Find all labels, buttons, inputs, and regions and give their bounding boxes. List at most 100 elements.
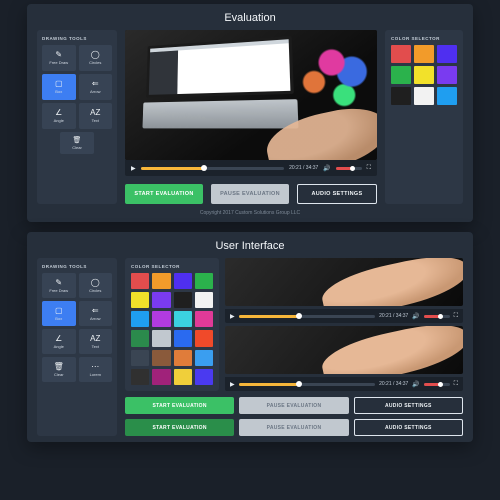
play-icon[interactable]: ▶ <box>230 381 235 388</box>
color-swatch[interactable] <box>174 311 192 327</box>
tool-arrow[interactable]: ⇐Arrow <box>79 301 113 326</box>
tool-box[interactable]: ▢Box <box>42 74 76 100</box>
color-swatch[interactable] <box>437 87 457 105</box>
audio-settings-button[interactable]: AUDIO SETTINGS <box>297 184 377 204</box>
color-selector-heading: COLOR SELECTOR <box>391 36 457 41</box>
tool-arrow[interactable]: ⇐Arrow <box>79 74 113 100</box>
color-swatch[interactable] <box>131 292 149 308</box>
color-selector: COLOR SELECTOR <box>385 30 463 204</box>
tool-circles[interactable]: ◯Circles <box>79 273 113 298</box>
arrow-icon: ⇐ <box>92 80 99 88</box>
color-swatch[interactable] <box>174 273 192 289</box>
pause-evaluation-button[interactable]: PAUSE EVALUATION <box>239 397 348 414</box>
freedraw-icon: ✎ <box>55 51 62 59</box>
progress-track[interactable] <box>141 167 284 170</box>
volume-track[interactable] <box>424 315 450 318</box>
color-swatch[interactable] <box>131 350 149 366</box>
color-swatch[interactable] <box>391 87 411 105</box>
fullscreen-icon[interactable]: ⛶ <box>454 313 458 320</box>
tool-lorem[interactable]: ⋯Lorem <box>79 357 113 382</box>
tool-angle[interactable]: ∠Angle <box>42 329 76 354</box>
lorem-icon: ⋯ <box>91 363 99 371</box>
volume-track[interactable] <box>424 383 450 386</box>
tools-heading: DRAWING TOOLS <box>42 36 112 41</box>
tool-freedraw[interactable]: ✎Free Draw <box>42 273 76 298</box>
fullscreen-icon[interactable]: ⛶ <box>454 381 458 388</box>
color-swatch[interactable] <box>131 273 149 289</box>
color-swatch[interactable] <box>414 45 434 63</box>
color-swatch[interactable] <box>391 66 411 84</box>
video-player-bar: ▶ 20:21 / 34:37 🔊 ⛶ <box>125 160 377 176</box>
freedraw-icon: ✎ <box>55 279 62 287</box>
tool-freedraw[interactable]: ✎Free Draw <box>42 45 76 71</box>
start-evaluation-button[interactable]: START EVALUATION <box>125 397 234 414</box>
user-interface-panel: User Interface DRAWING TOOLS ✎Free Draw◯… <box>27 232 473 442</box>
tool-text[interactable]: AZText <box>79 329 113 354</box>
color-swatch[interactable] <box>152 369 170 385</box>
start-evaluation-button[interactable]: START EVALUATION <box>125 184 203 204</box>
color-swatch[interactable] <box>195 350 213 366</box>
volume-track[interactable] <box>336 167 362 170</box>
box-icon: ▢ <box>55 80 63 88</box>
start-evaluation-button-alt[interactable]: START EVALUATION <box>125 419 234 436</box>
volume-icon[interactable]: 🔊 <box>323 165 330 172</box>
color-swatch[interactable] <box>174 369 192 385</box>
tools-heading: DRAWING TOOLS <box>42 264 112 269</box>
text-icon: AZ <box>90 335 100 343</box>
circles-icon: ◯ <box>91 279 100 287</box>
progress-track[interactable] <box>239 315 375 318</box>
mini-video-1[interactable] <box>225 258 463 306</box>
tool-text[interactable]: AZText <box>79 103 113 129</box>
panel-title: Evaluation <box>37 12 463 24</box>
color-swatch[interactable] <box>174 350 192 366</box>
audio-settings-button-alt[interactable]: AUDIO SETTINGS <box>354 419 463 436</box>
color-swatch[interactable] <box>131 330 149 346</box>
play-icon[interactable]: ▶ <box>131 165 136 172</box>
color-swatch[interactable] <box>152 330 170 346</box>
color-swatch[interactable] <box>152 292 170 308</box>
color-swatch[interactable] <box>195 292 213 308</box>
clear-button[interactable]: 🗑 Clear <box>60 132 94 154</box>
color-swatch[interactable] <box>414 66 434 84</box>
color-swatch[interactable] <box>195 330 213 346</box>
angle-icon: ∠ <box>55 335 62 343</box>
color-swatch[interactable] <box>195 311 213 327</box>
color-selector-large: COLOR SELECTOR <box>125 258 219 391</box>
tool-clear[interactable]: 🗑Clear <box>42 357 76 382</box>
volume-icon[interactable]: 🔊 <box>412 313 419 320</box>
tool-box[interactable]: ▢Box <box>42 301 76 326</box>
color-swatch[interactable] <box>391 45 411 63</box>
pause-evaluation-button[interactable]: PAUSE EVALUATION <box>211 184 289 204</box>
color-swatch[interactable] <box>174 292 192 308</box>
color-swatch[interactable] <box>152 350 170 366</box>
color-swatch[interactable] <box>414 87 434 105</box>
tool-angle[interactable]: ∠Angle <box>42 103 76 129</box>
color-swatch[interactable] <box>195 273 213 289</box>
pause-evaluation-button-alt[interactable]: PAUSE EVALUATION <box>239 419 348 436</box>
clear-label: Clear <box>72 145 82 150</box>
play-icon[interactable]: ▶ <box>230 313 235 320</box>
fullscreen-icon[interactable]: ⛶ <box>367 165 371 172</box>
mini-video-2[interactable] <box>225 326 463 374</box>
video-viewport[interactable] <box>125 30 377 160</box>
color-swatch[interactable] <box>437 45 457 63</box>
panel-title: User Interface <box>37 240 463 252</box>
color-swatch[interactable] <box>437 66 457 84</box>
time-display: 20:21 / 34:37 <box>379 313 408 319</box>
color-swatch[interactable] <box>152 273 170 289</box>
volume-icon[interactable]: 🔊 <box>412 381 419 388</box>
color-swatch[interactable] <box>131 311 149 327</box>
mini-player-2: ▶ 20:21 / 34:37 🔊 ⛶ <box>225 377 463 391</box>
clear-icon: 🗑 <box>54 363 64 371</box>
color-swatch[interactable] <box>195 369 213 385</box>
color-selector-heading: COLOR SELECTOR <box>131 264 213 269</box>
color-swatch[interactable] <box>174 330 192 346</box>
tool-circles[interactable]: ◯Circles <box>79 45 113 71</box>
color-swatch[interactable] <box>152 311 170 327</box>
trash-icon: 🗑 <box>73 136 82 144</box>
drawing-tools: DRAWING TOOLS ✎Free Draw◯Circles▢Box⇐Arr… <box>37 30 117 204</box>
color-swatch[interactable] <box>131 369 149 385</box>
audio-settings-button[interactable]: AUDIO SETTINGS <box>354 397 463 414</box>
circles-icon: ◯ <box>91 51 100 59</box>
progress-track[interactable] <box>239 383 375 386</box>
